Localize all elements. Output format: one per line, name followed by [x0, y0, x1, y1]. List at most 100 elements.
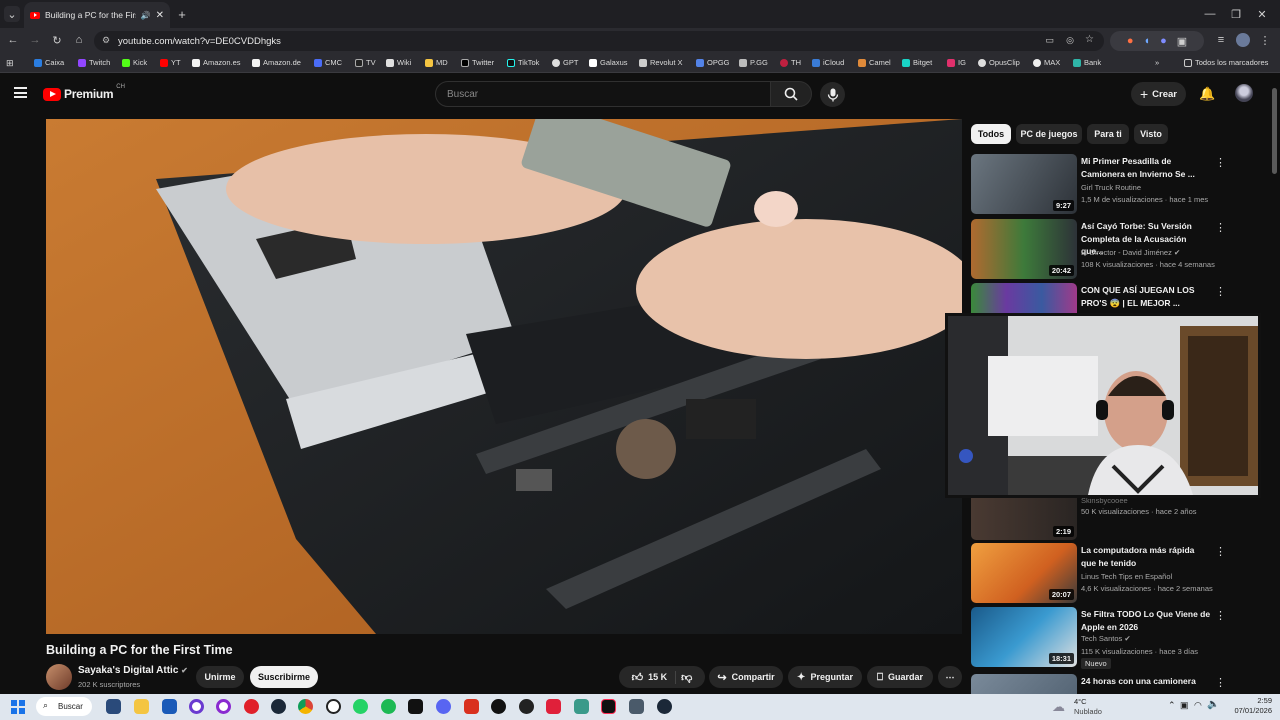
profile-icon[interactable] — [1236, 33, 1250, 47]
tray-app-icon[interactable]: ▣ — [1180, 700, 1189, 711]
task-view-icon[interactable] — [106, 699, 121, 714]
video-thumbnail[interactable] — [971, 283, 1077, 313]
notifications-bell-icon[interactable]: 🔔 — [1199, 86, 1215, 102]
bookmark-star-icon[interactable]: ☆ — [1085, 34, 1094, 45]
install-icon[interactable]: ▭ — [1045, 35, 1054, 46]
bookmark-item[interactable]: MD — [425, 58, 448, 67]
hamburger-menu-icon[interactable] — [14, 87, 27, 98]
video-thumbnail[interactable]: 20:07 — [971, 543, 1077, 603]
discord-icon[interactable] — [436, 699, 451, 714]
extension-fox-icon[interactable]: ● — [1127, 35, 1134, 47]
bookmark-item[interactable]: Camel — [858, 58, 891, 67]
recommendation-card[interactable]: 18:31 Se Filtra TODO Lo Que Viene de App… — [971, 607, 1236, 669]
whatsapp-icon[interactable] — [353, 699, 368, 714]
youtube-logo[interactable]: Premium CH — [43, 84, 125, 101]
bookmark-item[interactable]: OpusClip — [978, 58, 1020, 67]
puzzle-icon[interactable]: ▣ — [1177, 35, 1187, 48]
bookmark-item[interactable]: Bank — [1073, 58, 1101, 67]
video-thumbnail[interactable]: 9:27 — [971, 154, 1077, 214]
video-thumbnail[interactable]: 18:31 — [971, 607, 1077, 667]
windows-start-icon[interactable] — [11, 700, 25, 714]
recommendation-card[interactable]: 9:27 Mi Primer Pesadilla de Camionera en… — [971, 154, 1236, 214]
bookmark-item[interactable]: OPGG — [696, 58, 730, 67]
bookmark-item[interactable]: Twitter — [461, 58, 494, 67]
tray-chevron-icon[interactable]: ⌃ — [1168, 700, 1176, 711]
app-icon[interactable] — [244, 699, 259, 714]
spotify-icon[interactable] — [381, 699, 396, 714]
video-thumbnail[interactable]: 20:42 — [971, 219, 1077, 279]
clock[interactable]: 2:59 07/01/2026 — [1224, 696, 1272, 716]
more-vertical-icon[interactable]: ⋮ — [1215, 609, 1226, 622]
bookmark-item[interactable]: Caixa — [34, 58, 64, 67]
dislike-button[interactable]: 👎︎ — [681, 671, 692, 684]
app-icon[interactable] — [546, 699, 561, 714]
steam-icon[interactable] — [271, 699, 286, 714]
tab-list-button[interactable]: ⌄ — [4, 6, 20, 22]
bookmark-item[interactable]: Wiki — [386, 58, 411, 67]
browser-menu-icon[interactable]: ⋮ — [1258, 33, 1272, 47]
recommendation-card[interactable]: CON QUE ASÍ JUEGAN LOS PRO'S 😨 | EL MEJO… — [971, 283, 1236, 313]
volume-icon[interactable]: 🔈 — [1207, 699, 1219, 710]
create-button[interactable]: + Crear — [1131, 82, 1186, 106]
eye-off-icon[interactable]: ◎ — [1066, 35, 1074, 46]
minimize-button[interactable]: — — [1202, 6, 1218, 22]
app-icon[interactable] — [574, 699, 589, 714]
home-icon[interactable]: ⌂ — [72, 33, 86, 47]
extension-circle-icon[interactable]: ● — [1160, 35, 1167, 47]
more-actions-button[interactable]: ⋯ — [938, 666, 962, 688]
bookmark-item[interactable]: TV — [355, 58, 376, 67]
chatgpt-icon[interactable] — [326, 699, 341, 714]
chip-visto[interactable]: Visto — [1134, 124, 1168, 144]
acrobat-icon[interactable] — [464, 699, 479, 714]
chip-pc-de-juegos[interactable]: PC de juegos — [1016, 124, 1082, 144]
maximize-button[interactable]: ❐ — [1228, 6, 1244, 22]
save-button[interactable]: ⎕ Guardar — [867, 666, 933, 688]
tiktok-icon[interactable] — [601, 699, 616, 714]
steam-icon[interactable] — [657, 699, 672, 714]
recommendation-card[interactable]: 2:19 Skinsbycooee 50 K visualizaciones ·… — [971, 496, 1236, 540]
all-bookmarks-folder[interactable]: Todos los marcadores — [1184, 58, 1268, 67]
bookmark-item[interactable]: CMC — [314, 58, 342, 67]
bookmark-item[interactable]: iCloud — [812, 58, 844, 67]
bookmark-item[interactable]: Amazon.de — [252, 58, 301, 67]
app-icon[interactable] — [519, 699, 534, 714]
chip-todos[interactable]: Todos — [971, 124, 1011, 144]
bookmark-item[interactable]: P.GG — [739, 58, 768, 67]
bookmark-item[interactable]: Galaxus — [589, 58, 628, 67]
app-icon[interactable] — [189, 699, 204, 714]
more-vertical-icon[interactable]: ⋮ — [1215, 545, 1226, 558]
url-field[interactable]: ⚙ youtube.com/watch?v=DE0CVDDhgks ▭ ◎ ☆ — [94, 31, 1104, 51]
app-icon[interactable] — [162, 699, 177, 714]
voice-search-button[interactable] — [820, 82, 845, 107]
bookmark-item[interactable]: GPT — [552, 58, 578, 67]
bookmark-item[interactable]: IG — [947, 58, 966, 67]
recommendation-card[interactable]: 20:07 La computadora más rápida que he t… — [971, 543, 1236, 603]
app-icon[interactable] — [216, 699, 231, 714]
apps-grid-icon[interactable]: ⊞ — [6, 58, 14, 69]
bookmark-item[interactable]: TH — [780, 58, 801, 67]
bookmark-item[interactable]: Revolut X — [639, 58, 683, 67]
file-explorer-icon[interactable] — [134, 699, 149, 714]
browser-tab-active[interactable]: Building a PC for the First T 🔊 ✕ — [24, 2, 170, 28]
video-thumbnail[interactable]: 2:19 — [971, 498, 1077, 540]
join-button[interactable]: Unirme — [196, 666, 244, 688]
site-info-icon[interactable]: ⚙ — [102, 35, 110, 46]
search-button[interactable] — [770, 81, 812, 107]
forward-icon[interactable]: → — [28, 33, 42, 47]
recommendation-card[interactable]: 24 horas con una camionera ⋮ — [971, 674, 1236, 694]
page-scrollbar[interactable] — [1272, 88, 1277, 174]
bookmark-item[interactable]: Amazon.es — [192, 58, 241, 67]
subscribe-button[interactable]: Suscribirme — [250, 666, 318, 688]
reload-icon[interactable]: ↻ — [50, 33, 64, 47]
speaker-icon[interactable]: 🔊 — [141, 11, 151, 20]
video-player[interactable] — [46, 119, 962, 634]
search-input[interactable]: Buscar — [435, 81, 771, 107]
close-window-button[interactable]: ✕ — [1254, 6, 1270, 22]
ask-button[interactable]: ✦ Preguntar — [788, 666, 862, 688]
more-bookmarks-icon[interactable]: » — [1155, 58, 1159, 67]
bookmark-item[interactable]: Bitget — [902, 58, 932, 67]
more-vertical-icon[interactable]: ⋮ — [1215, 285, 1226, 298]
share-button[interactable]: ↪ Compartir — [709, 666, 783, 688]
github-icon[interactable] — [491, 699, 506, 714]
channel-name[interactable]: Sayaka's Digital Attic ✔ — [78, 665, 188, 676]
